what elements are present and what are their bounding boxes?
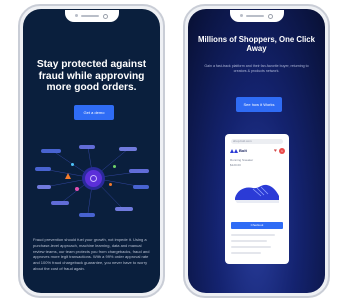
phone-screen-shoppers: Millions of Shoppers, One Click Away Gai… bbox=[188, 9, 325, 293]
checkout-button[interactable]: Checkout bbox=[231, 222, 283, 229]
shoppers-headline: Millions of Shoppers, One Click Away bbox=[198, 35, 315, 54]
phone-mockup-shoppers: Millions of Shoppers, One Click Away Gai… bbox=[183, 4, 330, 298]
node-dot bbox=[75, 187, 79, 191]
network-tag bbox=[79, 213, 95, 217]
shield-icon bbox=[85, 170, 102, 187]
product-price: $120.00 bbox=[230, 163, 241, 167]
brand-name: Bolt bbox=[239, 148, 247, 153]
camera-icon bbox=[267, 13, 273, 19]
placeholder-line bbox=[231, 234, 275, 236]
phone-mockup-fraud: Stay protected against fraud while appro… bbox=[18, 4, 165, 298]
network-tag bbox=[41, 149, 61, 153]
cart-badge[interactable]: 1 bbox=[279, 148, 285, 154]
fraud-description: Fraud prevention should fuel your growth… bbox=[33, 237, 150, 271]
product-name: Running Sneaker bbox=[230, 158, 254, 162]
product-page-mockup: shop.bolt.com Bolt ♥ 1 Running Sneaker $… bbox=[225, 134, 289, 264]
placeholder-line bbox=[231, 252, 261, 254]
placeholder-line bbox=[231, 246, 271, 248]
phone-notch bbox=[229, 10, 284, 22]
camera-icon bbox=[102, 13, 108, 19]
sneaker-image bbox=[235, 184, 279, 203]
placeholder-line bbox=[231, 240, 267, 242]
network-tag bbox=[129, 169, 149, 173]
heart-icon[interactable]: ♥ bbox=[274, 148, 277, 154]
network-tag bbox=[119, 147, 137, 151]
network-tag bbox=[51, 201, 69, 205]
speaker-icon bbox=[245, 15, 264, 17]
see-how-it-works-button[interactable]: See how it Works bbox=[236, 97, 282, 112]
network-tag bbox=[133, 185, 149, 189]
warning-icon bbox=[65, 173, 71, 179]
fraud-network-illustration bbox=[33, 143, 154, 223]
network-tag bbox=[115, 207, 133, 211]
network-tag bbox=[35, 167, 51, 171]
network-tag bbox=[37, 185, 51, 189]
node-dot bbox=[71, 163, 74, 166]
fraud-headline: Stay protected against fraud while appro… bbox=[36, 59, 147, 94]
network-tag bbox=[79, 145, 95, 149]
phone-screen-fraud: Stay protected against fraud while appro… bbox=[23, 9, 160, 293]
get-demo-button[interactable]: Get a demo bbox=[74, 105, 114, 120]
phone-notch bbox=[64, 10, 119, 22]
node-dot bbox=[113, 165, 116, 168]
sensor-icon bbox=[74, 14, 78, 17]
url-text: shop.bolt.com bbox=[233, 139, 252, 143]
sensor-icon bbox=[239, 14, 243, 17]
speaker-icon bbox=[80, 15, 99, 17]
shoppers-subtitle: Gain a fast-track platform and their fan… bbox=[204, 64, 309, 73]
brand-logo-icon bbox=[230, 149, 238, 153]
node-dot bbox=[109, 183, 112, 186]
